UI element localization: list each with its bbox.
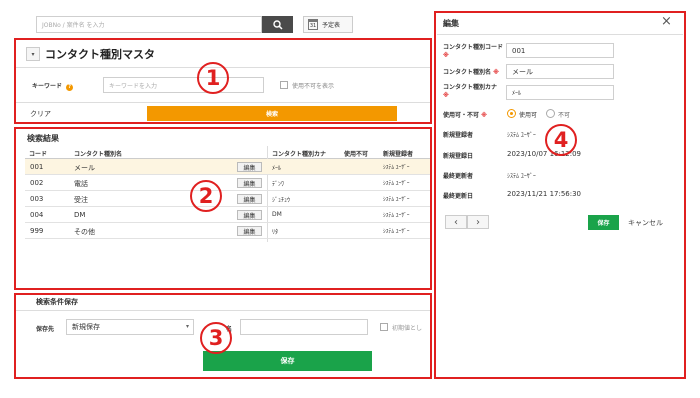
search-icon: [272, 19, 283, 30]
calendar-icon: 31: [308, 19, 318, 30]
annotation-marker-3: 3: [200, 322, 232, 354]
schedule-button[interactable]: 31 予定表: [303, 16, 353, 33]
annotation-box-4: [434, 11, 686, 379]
annotation-marker-2: 2: [190, 180, 222, 212]
annotation-marker-4: 4: [545, 124, 577, 156]
annotation-box-2: [14, 127, 432, 290]
job-search-placeholder: JOBNo / 案件名 を入力: [42, 22, 105, 29]
search-button[interactable]: [262, 16, 293, 33]
annotation-marker-1: 1: [197, 62, 229, 94]
schedule-label: 予定表: [322, 22, 341, 29]
job-search-input[interactable]: JOBNo / 案件名 を入力: [36, 16, 262, 33]
